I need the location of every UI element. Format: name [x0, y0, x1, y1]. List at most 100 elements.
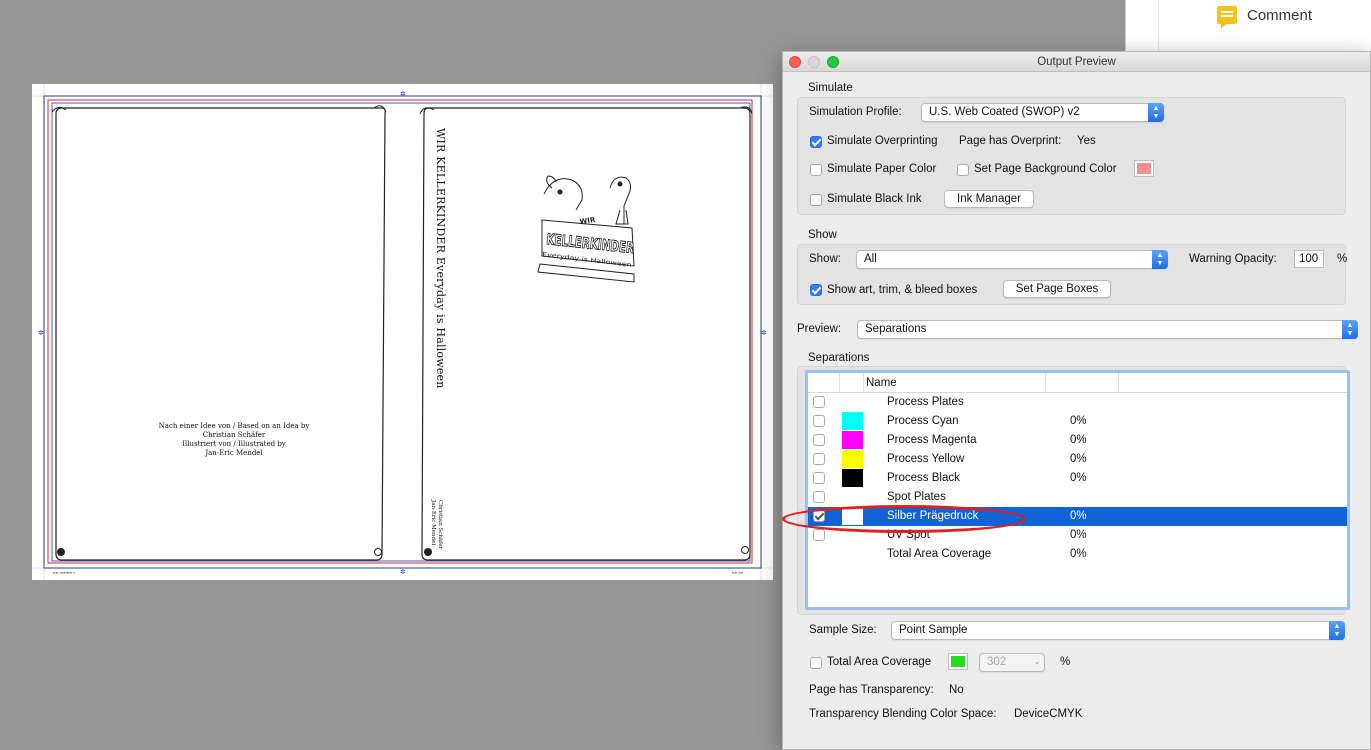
sample-size-value: Point Sample	[899, 624, 968, 636]
show-select[interactable]: All ▲ ▼	[856, 250, 1168, 269]
chevron-updown-icon: ▲ ▼	[1148, 103, 1164, 122]
table-row-selected[interactable]: Silber Prägedruck 0%	[808, 507, 1347, 526]
header-swatch-col	[840, 373, 864, 393]
separation-checkbox[interactable]	[813, 434, 825, 446]
total-area-coverage-checkbox[interactable]	[810, 657, 822, 669]
show-boxes-label: Show art, trim, & bleed boxes	[827, 284, 978, 296]
separation-checkbox[interactable]	[813, 491, 825, 503]
yellow-swatch	[842, 450, 863, 468]
warning-opacity-percent: %	[1337, 253, 1348, 265]
set-page-boxes-button[interactable]: Set Page Boxes	[1003, 280, 1111, 298]
ink-manager-button[interactable]: Ink Manager	[944, 190, 1034, 208]
chevron-updown-icon: ▲ ▼	[1329, 621, 1345, 640]
svg-text:✲: ✲	[38, 329, 44, 337]
preview-label: Preview:	[797, 323, 842, 335]
table-row[interactable]: Process Yellow 0%	[808, 450, 1347, 469]
simulate-section-label: Simulate	[808, 82, 853, 94]
page-artwork: ✲ ✲ ✲ ✲	[32, 84, 773, 580]
table-row[interactable]: Process Magenta 0%	[808, 431, 1347, 450]
simulate-paper-color-checkbox[interactable]	[810, 164, 822, 176]
separation-checkbox[interactable]	[813, 453, 825, 465]
credit-line: Jan-Eric Mendel	[205, 449, 263, 457]
simulation-profile-value: U.S. Web Coated (SWOP) v2	[929, 106, 1080, 118]
separations-header: Name	[808, 373, 1347, 393]
header-name-col[interactable]: Name	[864, 373, 1046, 393]
tac-value: 302	[987, 656, 1007, 668]
separations-section-label: Separations	[808, 352, 870, 364]
table-row[interactable]: UV Spot 0%	[808, 526, 1347, 545]
simulate-overprinting-label: Simulate Overprinting	[827, 135, 938, 147]
credits: Nach einer Idee von / Based on an Idea b…	[154, 422, 314, 458]
kellerkinder-logo	[537, 175, 635, 283]
chevron-down-icon: ⌄	[1033, 656, 1041, 666]
magenta-swatch	[842, 431, 863, 449]
chevron-updown-icon: ▲ ▼	[1342, 320, 1358, 339]
table-row[interactable]: Process Black 0%	[808, 469, 1347, 488]
separation-percent: 0%	[1070, 510, 1087, 522]
spine-author-line: Jan-Eric Mendel	[430, 500, 436, 546]
comment-tool[interactable]: Comment	[1217, 6, 1313, 29]
tools-panel: Comment	[1125, 0, 1371, 52]
warning-opacity-input[interactable]: 100	[1294, 250, 1324, 268]
header-checkbox-col	[808, 373, 840, 393]
separation-name: Process Black	[887, 472, 960, 484]
blending-space-label: Transparency Blending Color Space:	[809, 708, 997, 720]
separation-percent: 0%	[1070, 453, 1087, 465]
table-row[interactable]: Spot Plates	[808, 488, 1347, 507]
show-label: Show:	[809, 253, 841, 265]
separation-name: Process Plates	[887, 396, 964, 408]
separation-checkbox[interactable]	[813, 396, 825, 408]
silver-swatch	[842, 507, 863, 525]
total-area-coverage-label: Total Area Coverage	[827, 656, 932, 668]
zoom-button[interactable]	[827, 56, 839, 68]
spine-author: Christian Schäfer Jan-Eric Mendel	[429, 500, 443, 549]
preview-select[interactable]: Separations ▲ ▼	[857, 320, 1358, 339]
warning-opacity-label: Warning Opacity:	[1189, 253, 1277, 265]
tac-color-swatch[interactable]	[948, 653, 968, 670]
simulate-overprinting-checkbox[interactable]	[810, 136, 822, 148]
separation-name: Process Cyan	[887, 415, 959, 427]
separation-name: Spot Plates	[887, 491, 946, 503]
close-button[interactable]	[789, 56, 801, 68]
separation-name: Process Yellow	[887, 453, 965, 465]
simulate-paper-color-label: Simulate Paper Color	[827, 163, 937, 175]
svg-text:✲: ✲	[761, 329, 767, 337]
comment-label: Comment	[1247, 6, 1313, 24]
separation-percent: 0%	[1070, 415, 1087, 427]
tools-panel-inner: Comment	[1158, 0, 1371, 52]
table-row[interactable]: Process Cyan 0%	[808, 412, 1347, 431]
page-overprint-value: Yes	[1077, 135, 1096, 147]
show-boxes-checkbox[interactable]	[810, 284, 822, 296]
cyan-swatch	[842, 412, 863, 430]
dialog-titlebar[interactable]: Output Preview	[783, 52, 1370, 72]
show-section-label: Show	[808, 229, 837, 241]
separation-percent: 0%	[1070, 548, 1087, 560]
window-controls	[789, 56, 839, 68]
table-row[interactable]: Process Plates	[808, 393, 1347, 412]
spine-title: WIR KELLERKINDER Everyday is Halloween	[434, 128, 447, 389]
tac-value-combo[interactable]: 302 ⌄	[979, 653, 1045, 672]
separation-checkbox[interactable]	[813, 472, 825, 484]
set-page-background-checkbox[interactable]	[957, 164, 969, 176]
spine-author-line: Christian Schäfer	[437, 500, 443, 550]
minimize-button[interactable]	[808, 56, 820, 68]
simulation-profile-select[interactable]: U.S. Web Coated (SWOP) v2 ▲ ▼	[921, 103, 1164, 122]
separation-checkbox[interactable]	[813, 529, 825, 541]
separation-checkbox[interactable]	[813, 510, 825, 522]
separation-checkbox[interactable]	[813, 415, 825, 427]
credit-line: Christian Schäfer	[202, 431, 266, 439]
simulate-black-ink-checkbox[interactable]	[810, 194, 822, 206]
separation-name: Silber Prägedruck	[887, 510, 979, 522]
simulate-black-ink-label: Simulate Black Ink	[827, 193, 922, 205]
background-color-swatch[interactable]	[1134, 160, 1154, 177]
output-preview-dialog: Output Preview Simulate Simulation Profi…	[782, 51, 1371, 750]
sample-size-select[interactable]: Point Sample ▲ ▼	[891, 621, 1345, 640]
background-color-fill	[1137, 163, 1151, 174]
separation-percent: 0%	[1070, 472, 1087, 484]
transparency-label: Page has Transparency:	[809, 684, 934, 696]
document-page: ✲ ✲ ✲ ✲ ▪▪▪▪ ▪▪▪▪▪▪▪▪▪ ▪ ▪▪▪▪ ▪▪▪ WIR KE…	[32, 84, 773, 580]
simulation-profile-label: Simulation Profile:	[809, 106, 902, 118]
chevron-updown-icon: ▲ ▼	[1152, 250, 1168, 269]
separation-percent: 0%	[1070, 434, 1087, 446]
table-row[interactable]: Total Area Coverage 0%	[808, 545, 1347, 564]
